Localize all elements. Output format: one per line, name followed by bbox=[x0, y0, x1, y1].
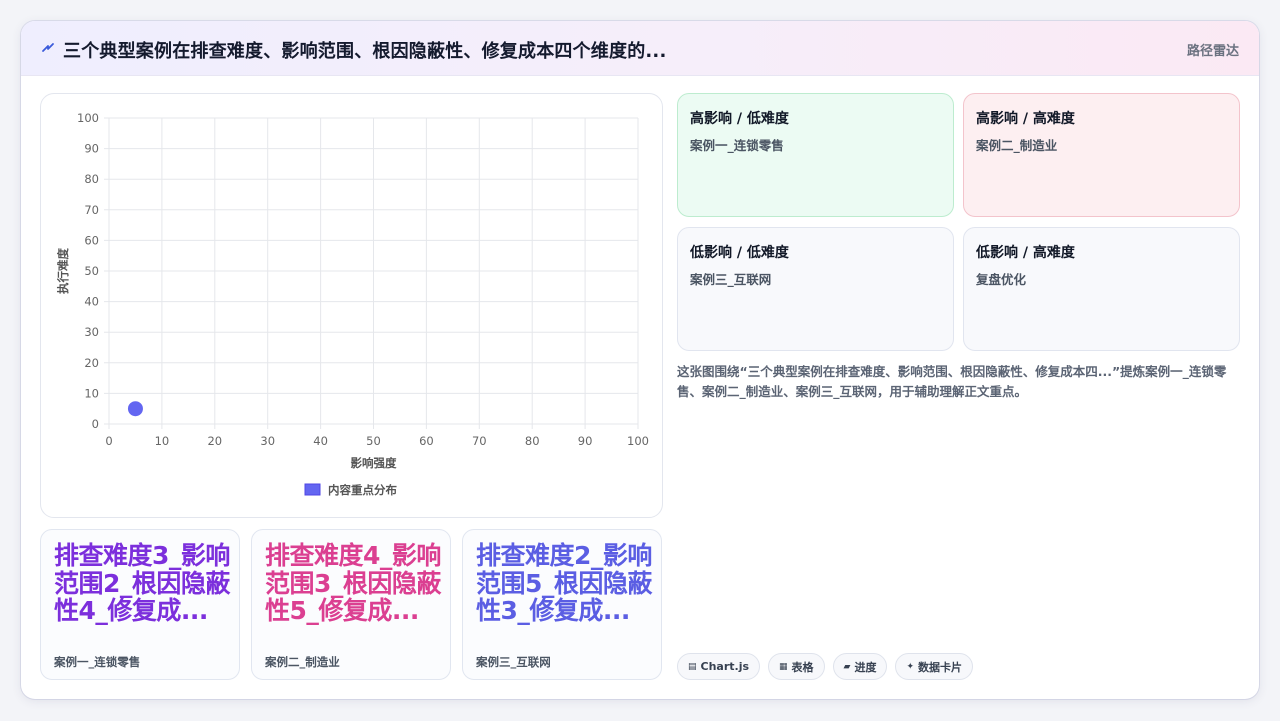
chip-label: 数据卡片 bbox=[918, 660, 963, 674]
legend-label: 内容重点分布 bbox=[328, 483, 397, 497]
table-icon: ▦ bbox=[779, 661, 788, 672]
scatter-chart: 0 10 20 30 40 50 60 70 80 90 100 0 10 20 30 40 50 60 70 80 9… bbox=[40, 93, 663, 518]
x-tick-label: 20 bbox=[207, 434, 222, 448]
chip-label: 表格 bbox=[791, 660, 814, 674]
y-tick-label: 50 bbox=[84, 264, 99, 278]
y-tick-label: 80 bbox=[84, 172, 99, 186]
y-axis-label: 执行难度 bbox=[56, 248, 70, 294]
x-tick-label: 70 bbox=[472, 434, 487, 448]
stat-label: 案例三_互联网 bbox=[476, 655, 551, 669]
stat-label: 案例一_连锁零售 bbox=[54, 655, 141, 669]
y-tick-label: 10 bbox=[84, 386, 99, 400]
x-tick-label: 90 bbox=[578, 434, 593, 448]
x-tick-label: 100 bbox=[627, 434, 649, 448]
x-tick-label: 10 bbox=[155, 434, 170, 448]
y-tick-label: 100 bbox=[77, 111, 99, 125]
chip-label: Chart.js bbox=[700, 660, 750, 673]
chip-label: 进度 bbox=[854, 660, 877, 674]
y-tick-label: 30 bbox=[84, 325, 99, 339]
chart-icon: ▤ bbox=[688, 661, 697, 672]
chip-progress[interactable]: ▰ 进度 bbox=[832, 653, 888, 680]
header-tag: 路径雷达 bbox=[1186, 44, 1239, 59]
y-tick-label: 0 bbox=[92, 417, 99, 431]
x-tick-label: 40 bbox=[313, 434, 328, 448]
quadrant-high-impact-low-difficulty: 高影响 / 低难度 案例一_连锁零售 bbox=[677, 93, 954, 217]
y-tick-label: 70 bbox=[84, 203, 99, 217]
chart-canvas: 0 10 20 30 40 50 60 70 80 90 100 0 10 20 30 40 50 60 70 80 9… bbox=[56, 111, 649, 497]
stat-label: 案例二_制造业 bbox=[265, 655, 340, 669]
progress-icon: ▰ bbox=[843, 661, 851, 672]
legend-swatch bbox=[304, 483, 321, 496]
chip-chartjs[interactable]: ▤ Chart.js bbox=[677, 653, 761, 680]
main-card: 三个典型案例在排查难度、影响范围、根因隐蔽性、修复成本四个维度的... 路径雷达… bbox=[21, 21, 1259, 699]
stat-value: 排查难度3_影响范围2_根因隐蔽性4_修复成... bbox=[54, 541, 230, 625]
x-tick-label: 80 bbox=[525, 434, 540, 448]
stat-card-case-3: 排查难度2_影响范围5_根因隐蔽性3_修复成... 案例三_互联网 bbox=[462, 529, 662, 680]
lightning-icon bbox=[42, 43, 54, 52]
quadrant-item: 案例二_制造业 bbox=[976, 138, 1058, 153]
stat-card-case-1: 排查难度3_影响范围2_根因隐蔽性4_修复成... 案例一_连锁零售 bbox=[40, 529, 240, 680]
quadrant-item: 复盘优化 bbox=[976, 272, 1027, 287]
stat-card-case-2: 排查难度4_影响范围3_根因隐蔽性5_修复成... 案例二_制造业 bbox=[251, 529, 451, 680]
y-tick-label: 90 bbox=[84, 142, 99, 156]
quadrant-low-impact-high-difficulty: 低影响 / 高难度 复盘优化 bbox=[963, 227, 1240, 351]
y-tick-label: 20 bbox=[84, 356, 99, 370]
stat-value: 排查难度2_影响范围5_根因隐蔽性3_修复成... bbox=[476, 541, 652, 625]
x-tick-label: 0 bbox=[105, 434, 112, 448]
quadrant-title: 高影响 / 低难度 bbox=[690, 111, 789, 127]
quadrant-high-impact-high-difficulty: 高影响 / 高难度 案例二_制造业 bbox=[963, 93, 1240, 217]
chip-data-card[interactable]: ✦ 数据卡片 bbox=[895, 653, 974, 680]
x-axis-label: 影响强度 bbox=[351, 456, 397, 470]
data-point bbox=[127, 401, 143, 417]
chart-description: 这张图围绕“三个典型案例在排查难度、影响范围、根因隐蔽性、修复成本四...”提炼… bbox=[677, 364, 1227, 399]
stat-value: 排查难度4_影响范围3_根因隐蔽性5_修复成... bbox=[265, 541, 441, 625]
sparkle-icon: ✦ bbox=[906, 661, 915, 672]
page-title: 三个典型案例在排查难度、影响范围、根因隐蔽性、修复成本四个维度的... bbox=[63, 41, 667, 62]
chip-table[interactable]: ▦ 表格 bbox=[768, 653, 825, 680]
quadrant-low-impact-low-difficulty: 低影响 / 低难度 案例三_互联网 bbox=[677, 227, 954, 351]
quadrant-item: 案例一_连锁零售 bbox=[690, 138, 784, 153]
x-tick-label: 30 bbox=[260, 434, 275, 448]
quadrant-item: 案例三_互联网 bbox=[690, 272, 772, 287]
tech-chips: ▤ Chart.js ▦ 表格 ▰ 进度 ✦ 数据卡片 bbox=[677, 653, 974, 680]
quadrant-title: 高影响 / 高难度 bbox=[976, 111, 1075, 127]
page-header: 三个典型案例在排查难度、影响范围、根因隐蔽性、修复成本四个维度的... 路径雷达 bbox=[21, 21, 1259, 76]
y-tick-label: 40 bbox=[84, 295, 99, 309]
quadrant-title: 低影响 / 高难度 bbox=[976, 245, 1075, 261]
x-tick-label: 60 bbox=[419, 434, 434, 448]
y-tick-label: 60 bbox=[84, 233, 99, 247]
quadrant-title: 低影响 / 低难度 bbox=[690, 245, 789, 261]
x-tick-label: 50 bbox=[366, 434, 381, 448]
